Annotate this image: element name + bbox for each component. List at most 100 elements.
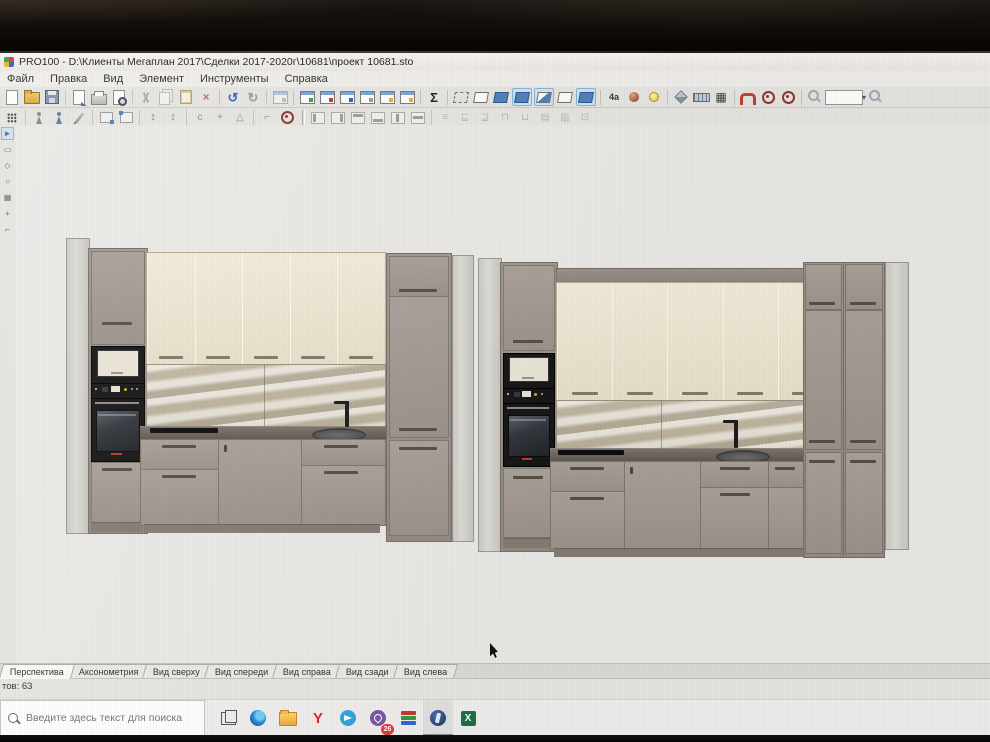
distribute-1-button[interactable]: ≡ <box>436 110 454 126</box>
print-button[interactable] <box>90 89 108 105</box>
delete-button[interactable]: × <box>197 89 215 105</box>
box-tool-button[interactable]: ▭ <box>1 143 14 156</box>
align-left-button[interactable] <box>309 110 327 126</box>
rotate-button[interactable]: c <box>191 110 209 126</box>
tab-right-view[interactable]: Вид справа <box>272 664 342 679</box>
lighting-button[interactable] <box>645 89 663 105</box>
render-button[interactable] <box>625 89 643 105</box>
tab-axonometry[interactable]: Аксонометрия <box>68 664 150 679</box>
view-semitransparent-button[interactable] <box>534 88 554 106</box>
grid-button[interactable]: ▦ <box>712 89 730 105</box>
save-button[interactable] <box>43 89 61 105</box>
hint-button[interactable] <box>378 89 396 105</box>
view-contour-button[interactable] <box>556 89 574 105</box>
grid-tool-button[interactable]: ▦ <box>1 191 14 204</box>
zoom-in-button[interactable] <box>867 89 885 105</box>
tab-left-view[interactable]: Вид слева <box>393 664 459 679</box>
redo-button[interactable]: ↻ <box>244 89 262 105</box>
open-button[interactable] <box>23 89 41 105</box>
report-button[interactable] <box>298 89 316 105</box>
materials-button[interactable] <box>672 89 690 105</box>
origin-button[interactable] <box>278 110 296 126</box>
distribute-4-button[interactable]: ⊓ <box>496 110 514 126</box>
zoom-level-input[interactable] <box>825 90 863 105</box>
undo-button[interactable]: ↺ <box>224 89 242 105</box>
view-wireframe-button[interactable] <box>452 89 470 105</box>
design-canvas[interactable] <box>15 125 990 663</box>
view-solid-button[interactable] <box>492 89 510 105</box>
pencil-button[interactable] <box>70 110 88 126</box>
align-top-button[interactable] <box>349 110 367 126</box>
task-view-button[interactable] <box>213 700 243 735</box>
sum-button[interactable]: Σ <box>425 89 443 105</box>
taskbar-telegram[interactable] <box>333 700 363 735</box>
distribute-8-button[interactable]: ⊡ <box>576 110 594 126</box>
menu-file[interactable]: Файл <box>7 73 34 85</box>
menu-edit[interactable]: Правка <box>50 73 87 85</box>
antialias-button[interactable]: 4a <box>605 89 623 105</box>
zoom-dropdown-icon[interactable]: ▾ <box>862 93 866 102</box>
tab-back-view[interactable]: Вид сзади <box>335 664 400 679</box>
cross-tool-button[interactable]: + <box>1 207 14 220</box>
properties-button[interactable] <box>271 89 289 105</box>
tab-front-view[interactable]: Вид спереди <box>204 664 280 679</box>
copy-button[interactable] <box>157 89 175 105</box>
taskbar-edge[interactable] <box>243 700 273 735</box>
pan-button[interactable] <box>3 110 21 126</box>
move-up-button[interactable]: ↕ <box>144 110 162 126</box>
taskbar-search[interactable] <box>0 700 205 735</box>
find-element-button[interactable] <box>338 89 356 105</box>
dimensions-button[interactable] <box>692 89 710 105</box>
move-down-button[interactable]: ↕ <box>164 110 182 126</box>
export-button[interactable] <box>70 89 88 105</box>
diamond-tool-button[interactable]: ◇ <box>1 159 14 172</box>
circle-tool-button[interactable]: ○ <box>1 175 14 188</box>
zoom-out-button[interactable] <box>806 89 824 105</box>
align-center-h-button[interactable] <box>389 110 407 126</box>
paste-button[interactable] <box>177 89 195 105</box>
new-button[interactable] <box>3 89 21 105</box>
select-tool-button[interactable]: ► <box>1 127 14 140</box>
menu-element[interactable]: Элемент <box>139 73 184 85</box>
align-center-v-button[interactable] <box>409 110 427 126</box>
price-list-button[interactable] <box>318 89 336 105</box>
move-button[interactable]: + <box>211 110 229 126</box>
distribute-3-button[interactable]: ⊒ <box>476 110 494 126</box>
tab-top-view[interactable]: Вид сверху <box>142 664 211 679</box>
taskbar-pro100[interactable] <box>423 700 453 735</box>
menu-tools[interactable]: Инструменты <box>200 73 269 85</box>
distribute-7-button[interactable]: ▥ <box>556 110 574 126</box>
snap-b-button[interactable] <box>117 110 135 126</box>
taskbar-winrar[interactable] <box>393 700 423 735</box>
view-textured-button[interactable] <box>576 88 596 106</box>
distribute-2-button[interactable]: ⊑ <box>456 110 474 126</box>
taskbar-yandex[interactable]: Y <box>303 700 333 735</box>
magnet-button[interactable] <box>739 89 757 105</box>
element-list-button[interactable] <box>358 89 376 105</box>
cut-button[interactable] <box>137 89 155 105</box>
distribute-5-button[interactable]: ⊔ <box>516 110 534 126</box>
snap-grid-button[interactable] <box>759 89 777 105</box>
menu-help[interactable]: Справка <box>285 73 328 85</box>
print-preview-button[interactable] <box>110 89 128 105</box>
cut-icon <box>141 92 151 103</box>
view-outline-button[interactable] <box>472 89 490 105</box>
taskbar-excel[interactable]: X <box>453 700 483 735</box>
walk-select-button[interactable] <box>50 110 68 126</box>
taskbar-file-explorer[interactable] <box>273 700 303 735</box>
distribute-6-button[interactable]: ▤ <box>536 110 554 126</box>
level-button[interactable]: △ <box>231 110 249 126</box>
walk-button[interactable] <box>30 110 48 126</box>
corner-tool-button[interactable]: ⌐ <box>1 223 14 236</box>
taskbar-search-input[interactable] <box>24 711 197 725</box>
snap-a-button[interactable] <box>97 110 115 126</box>
taskbar-viber[interactable]: 26 <box>363 700 393 735</box>
align-bottom-button[interactable] <box>369 110 387 126</box>
menu-view[interactable]: Вид <box>103 73 123 85</box>
cost-button[interactable] <box>398 89 416 105</box>
align-right-button[interactable] <box>329 110 347 126</box>
view-shaded-button[interactable] <box>512 88 532 106</box>
corner-button[interactable]: ⌐ <box>258 110 276 126</box>
snap-origin-button[interactable] <box>779 89 797 105</box>
tab-perspective[interactable]: Перспектива <box>0 664 75 679</box>
